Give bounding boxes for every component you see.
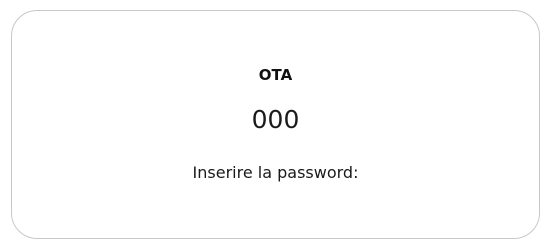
ota-password-dialog: OTA 000 Inserire la password: bbox=[11, 10, 540, 239]
password-prompt-label: Inserire la password: bbox=[192, 163, 359, 182]
dialog-title: OTA bbox=[258, 66, 293, 84]
password-value-display: 000 bbox=[251, 105, 300, 134]
